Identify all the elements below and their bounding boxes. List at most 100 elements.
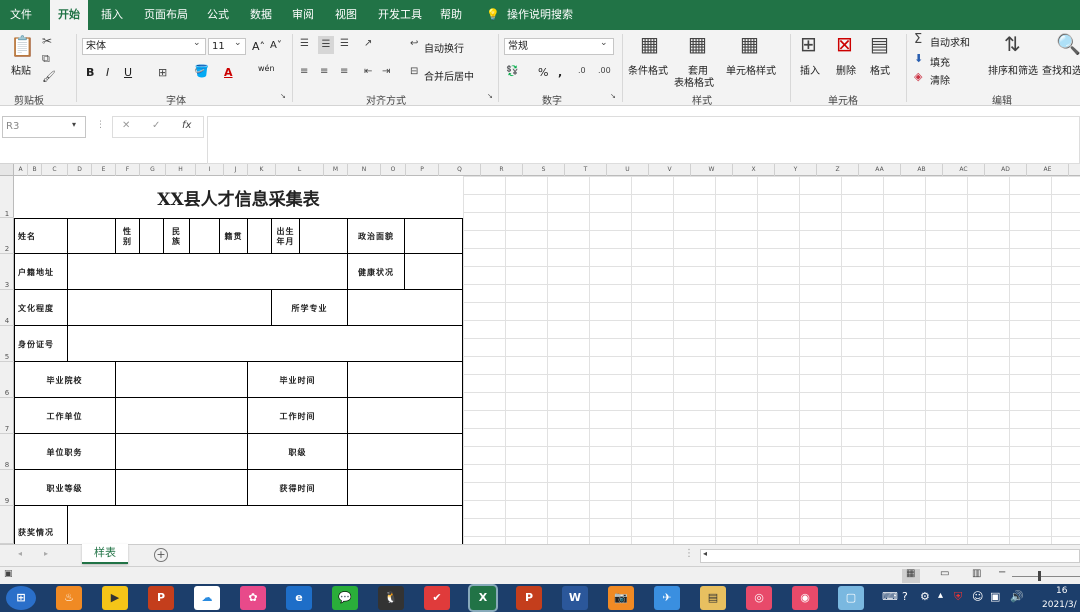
security-icon[interactable]: ⛨: [954, 590, 962, 604]
cell-styles-button[interactable]: 单元格样式: [726, 62, 776, 77]
row-header[interactable]: 4: [0, 290, 14, 326]
macro-record-icon[interactable]: ▣: [4, 569, 13, 579]
find-icon[interactable]: 🔍: [1056, 32, 1080, 56]
settings-icon[interactable]: ⚙: [920, 590, 930, 603]
worksheet-grid[interactable]: XX县人才信息采集表 姓名 性 别 民 族 籍贯 出生 年月 政治面貌 户籍地址…: [14, 176, 1080, 544]
increase-decimal-icon[interactable]: .0: [578, 66, 586, 75]
menu-developer[interactable]: 开发工具: [378, 0, 422, 30]
zoom-slider[interactable]: [1012, 576, 1080, 577]
volume-icon[interactable]: 🔊: [1010, 590, 1024, 603]
paste-button[interactable]: 粘贴: [11, 62, 31, 77]
column-header[interactable]: Z: [817, 164, 859, 176]
column-header[interactable]: A: [14, 164, 28, 176]
clock-time[interactable]: 16: [1056, 586, 1067, 596]
paste-icon[interactable]: 📋: [10, 34, 35, 58]
column-header[interactable]: E: [92, 164, 116, 176]
cell-name-value[interactable]: [68, 218, 116, 254]
app-icon-word[interactable]: W: [562, 586, 588, 610]
label-rank[interactable]: 职级: [248, 434, 348, 470]
label-name[interactable]: 姓名: [14, 218, 68, 254]
align-right-icon[interactable]: ≡: [340, 66, 348, 77]
cut-icon[interactable]: ✂: [42, 34, 52, 48]
column-header[interactable]: T: [565, 164, 607, 176]
column-header[interactable]: Y: [775, 164, 817, 176]
column-header[interactable]: AA: [859, 164, 901, 176]
add-sheet-button[interactable]: +: [154, 548, 168, 562]
insert-cells-icon[interactable]: ⊞: [800, 32, 817, 56]
label-awards[interactable]: 获奖情况: [14, 506, 68, 544]
font-name-select[interactable]: 宋体: [82, 38, 206, 55]
label-political[interactable]: 政治面貌: [348, 218, 405, 254]
percent-button[interactable]: %: [538, 66, 548, 79]
column-header[interactable]: F: [116, 164, 140, 176]
form-title[interactable]: XX县人才信息采集表: [14, 176, 463, 218]
app-icon-pdf[interactable]: P: [148, 586, 174, 610]
label-birth[interactable]: 出生 年月: [272, 218, 300, 254]
column-header[interactable]: U: [607, 164, 649, 176]
app-icon-ie[interactable]: e: [286, 586, 312, 610]
scroll-right-icon[interactable]: ▸: [44, 549, 48, 558]
align-center-icon[interactable]: ≡: [320, 66, 328, 77]
column-header[interactable]: M: [324, 164, 348, 176]
app-icon-folder[interactable]: ▤: [700, 586, 726, 610]
border-icon[interactable]: ⊞: [158, 66, 167, 79]
label-obtain-time[interactable]: 获得时间: [248, 470, 348, 506]
menu-review[interactable]: 审阅: [292, 0, 314, 30]
dialog-launcher-icon[interactable]: ↘: [487, 92, 493, 100]
scroll-left-icon[interactable]: ◂: [18, 549, 22, 558]
cell-obtain-time-value[interactable]: [348, 470, 463, 506]
app-icon-excel[interactable]: X: [470, 586, 496, 610]
cell-health-value[interactable]: [405, 254, 463, 290]
label-gender[interactable]: 性 别: [116, 218, 140, 254]
shrink-font-button[interactable]: A˅: [270, 40, 282, 51]
column-header[interactable]: K: [248, 164, 276, 176]
menu-data[interactable]: 数据: [250, 0, 272, 30]
autosum-icon[interactable]: Σ: [914, 32, 922, 47]
sheet-tab-active[interactable]: 样表: [82, 544, 128, 564]
menu-file[interactable]: 文件: [10, 0, 32, 30]
align-left-icon[interactable]: ≡: [300, 66, 308, 77]
zoom-out-icon[interactable]: −: [998, 567, 1006, 578]
bold-button[interactable]: B: [86, 66, 94, 79]
cell-ethnic-value[interactable]: [190, 218, 220, 254]
label-work-unit[interactable]: 工作单位: [14, 398, 116, 434]
cell-residence-value[interactable]: [68, 254, 348, 290]
column-header[interactable]: X: [733, 164, 775, 176]
row-header[interactable]: 1: [0, 176, 14, 218]
column-header[interactable]: L: [276, 164, 324, 176]
app-icon-red[interactable]: ✔: [424, 586, 450, 610]
scroll-left-icon[interactable]: ◂: [703, 549, 707, 558]
clock-date[interactable]: 2021/3/: [1042, 600, 1077, 610]
accounting-icon[interactable]: 💱: [506, 66, 518, 77]
label-grad-time[interactable]: 毕业时间: [248, 362, 348, 398]
cell-political-value[interactable]: [405, 218, 463, 254]
number-format-select[interactable]: 常规: [504, 38, 614, 55]
column-header[interactable]: J: [224, 164, 248, 176]
keyboard-icon[interactable]: ⌨: [882, 590, 898, 603]
increase-indent-icon[interactable]: ⇥: [382, 66, 390, 77]
merge-center-button[interactable]: 合并后居中: [424, 68, 474, 83]
select-all-corner[interactable]: [0, 164, 14, 176]
delete-cells-icon[interactable]: ⊠: [836, 32, 853, 56]
label-work-time[interactable]: 工作时间: [248, 398, 348, 434]
start-button[interactable]: ⊞: [6, 586, 36, 610]
row-header[interactable]: 7: [0, 398, 14, 434]
conditional-format-button[interactable]: 条件格式: [628, 62, 668, 77]
align-bottom-icon[interactable]: ☰: [340, 38, 349, 49]
label-education[interactable]: 文化程度: [14, 290, 68, 326]
tell-me-search[interactable]: 操作说明搜索: [507, 0, 573, 30]
clear-button[interactable]: 清除: [930, 72, 950, 87]
fill-button[interactable]: 填充: [930, 54, 950, 69]
app-icon-wechat[interactable]: 💬: [332, 586, 358, 610]
sort-filter-button[interactable]: 排序和筛选: [988, 62, 1038, 77]
insert-cells-button[interactable]: 插入: [800, 62, 820, 77]
clear-icon[interactable]: ◈: [914, 70, 922, 83]
cell-title-level-value[interactable]: [116, 470, 248, 506]
column-header[interactable]: O: [381, 164, 406, 176]
cell-id-value[interactable]: [68, 326, 463, 362]
app-icon-recorder[interactable]: ◎: [746, 586, 772, 610]
row-header[interactable]: [0, 506, 14, 544]
column-header[interactable]: AC: [943, 164, 985, 176]
dialog-launcher-icon[interactable]: ↘: [610, 92, 616, 100]
menu-formulas[interactable]: 公式: [207, 0, 229, 30]
